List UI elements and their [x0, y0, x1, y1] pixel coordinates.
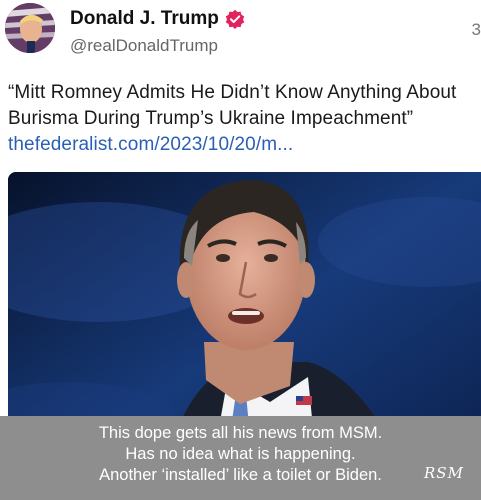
user-handle[interactable]: @realDonaldTrump: [70, 36, 218, 56]
post-text: “Mitt Romney Admits He Didn’t Know Anyth…: [8, 80, 478, 158]
caption-line-1: This dope gets all his news from MSM.: [98, 424, 383, 442]
caption-line-3: Another ‘installed’ like a toilet or Bid…: [99, 466, 382, 484]
post-timestamp: 3: [471, 20, 481, 39]
post-header: Donald J. Trump @realDonaldTrump 3: [0, 0, 481, 70]
verified-badge-icon: [225, 9, 245, 30]
avatar[interactable]: [5, 3, 55, 53]
article-link[interactable]: thefederalist.com/2023/10/20/m...: [8, 134, 293, 155]
post-quote: “Mitt Romney Admits He Didn’t Know Anyth…: [8, 82, 457, 129]
name-row: Donald J. Trump: [70, 8, 245, 30]
display-name[interactable]: Donald J. Trump: [70, 8, 219, 30]
meme-caption: This dope gets all his news from MSM. Ha…: [0, 416, 481, 500]
signature: RSM: [424, 464, 464, 482]
caption-line-2: Has no idea what is happening.: [125, 445, 356, 463]
avatar-image: [5, 3, 55, 53]
